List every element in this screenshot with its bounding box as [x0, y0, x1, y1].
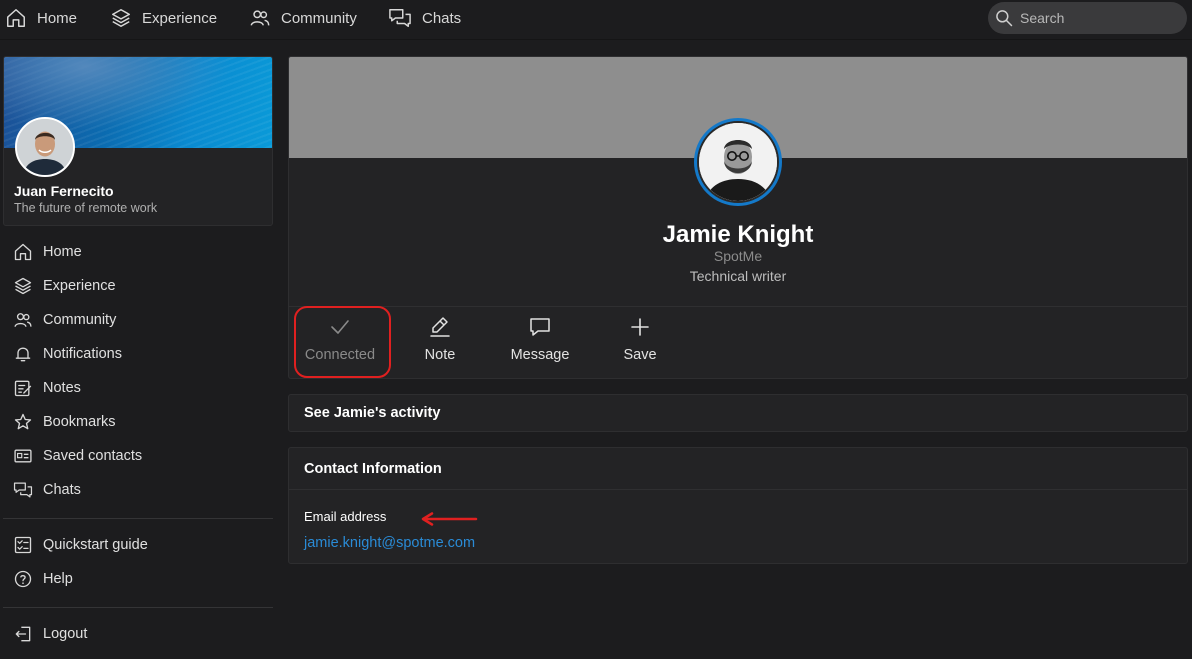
sidebar-item-label: Logout [43, 626, 88, 642]
topnav-community-label: Community [281, 9, 357, 27]
message-label: Message [510, 347, 570, 363]
sidebar-item-notes[interactable]: Notes [13, 376, 81, 400]
notes-icon [14, 380, 32, 397]
people-icon [250, 10, 270, 26]
chat-bubbles-icon [389, 9, 411, 27]
topnav-chats-label: Chats [422, 9, 462, 27]
profile-name: Jamie Knight [662, 221, 814, 248]
sidebar-item-label: Notifications [43, 346, 122, 362]
sidebar-item-saved-contacts[interactable]: Saved contacts [13, 444, 142, 468]
chat-bubbles-icon [13, 482, 33, 498]
person-photo [17, 119, 73, 175]
bell-icon [15, 347, 31, 362]
sidebar-item-help[interactable]: Help [13, 567, 73, 591]
top-navigation-bar: Home Experience Community Chats [0, 0, 1192, 40]
email-label: Email address [304, 509, 387, 524]
my-avatar[interactable] [15, 117, 75, 177]
profile-panel: Jamie Knight SpotMe Technical writer Con… [288, 56, 1188, 379]
sidebar-item-label: Home [43, 244, 82, 260]
checklist-icon [14, 536, 32, 554]
sidebar-item-label: Bookmarks [43, 414, 116, 430]
home-icon [7, 9, 25, 27]
sidebar-item-label: Saved contacts [43, 448, 143, 464]
contact-card-icon [14, 449, 32, 463]
contact-information-panel: Contact Information Email address jamie.… [288, 447, 1188, 564]
people-icon [14, 313, 32, 327]
sidebar-item-experience[interactable]: Experience [13, 274, 116, 298]
sidebar-item-label: Notes [43, 380, 81, 396]
person-photo [699, 123, 777, 201]
search-icon [996, 10, 1013, 27]
sidebar-item-label: Help [43, 571, 73, 587]
connected-label: Connected [304, 347, 376, 363]
help-icon [14, 570, 32, 588]
sidebar-item-notifications[interactable]: Notifications [13, 342, 122, 366]
sidebar-item-label: Experience [43, 278, 116, 294]
sidebar-divider [3, 518, 273, 519]
sidebar-item-quickstart[interactable]: Quickstart guide [13, 533, 148, 557]
sidebar-item-community[interactable]: Community [13, 308, 116, 332]
topnav-chats[interactable]: Chats [388, 0, 461, 36]
actions-divider [289, 306, 1187, 307]
see-activity-label: See Jamie's activity [304, 405, 441, 421]
topnav-experience-label: Experience [142, 9, 218, 27]
topnav-home[interactable]: Home [5, 0, 77, 36]
check-icon [331, 320, 349, 334]
message-icon [530, 318, 550, 336]
contact-divider [289, 489, 1187, 490]
star-icon [14, 413, 32, 430]
profile-company: SpotMe [713, 248, 763, 264]
my-profile-card[interactable]: Juan Fernecito The future of remote work [3, 56, 273, 226]
save-button[interactable]: Save [595, 315, 685, 371]
sidebar-item-logout[interactable]: Logout [13, 622, 87, 646]
profile-avatar[interactable] [694, 118, 782, 206]
email-link[interactable]: jamie.knight@spotme.com [304, 535, 475, 551]
search-input[interactable] [1020, 10, 1170, 26]
save-label: Save [623, 347, 657, 363]
annotation-arrow-icon [421, 512, 478, 526]
layers-icon [112, 9, 130, 27]
sidebar-item-bookmarks[interactable]: Bookmarks [13, 410, 116, 434]
note-label: Note [424, 347, 456, 363]
home-icon [14, 243, 32, 261]
topnav-home-label: Home [37, 9, 78, 27]
see-activity-row[interactable]: See Jamie's activity [288, 394, 1188, 432]
contact-information-heading: Contact Information [304, 461, 442, 477]
connected-button[interactable]: Connected [295, 315, 385, 371]
sidebar-item-label: Community [43, 312, 117, 328]
search-box[interactable] [988, 2, 1187, 34]
plus-icon [631, 318, 649, 336]
layers-icon [14, 277, 32, 295]
sidebar-item-label: Quickstart guide [43, 537, 148, 553]
sidebar-item-label: Chats [43, 482, 81, 498]
my-tagline: The future of remote work [14, 201, 158, 215]
sidebar-item-home[interactable]: Home [13, 240, 82, 264]
profile-job-title: Technical writer [689, 268, 787, 284]
pencil-icon [430, 317, 450, 337]
logout-icon [15, 626, 31, 642]
topnav-experience[interactable]: Experience [110, 0, 217, 36]
topnav-community[interactable]: Community [249, 0, 357, 36]
message-button[interactable]: Message [495, 315, 585, 371]
note-button[interactable]: Note [395, 315, 485, 371]
my-name: Juan Fernecito [14, 183, 114, 199]
sidebar-item-chats[interactable]: Chats [13, 478, 81, 502]
sidebar-divider [3, 607, 273, 608]
